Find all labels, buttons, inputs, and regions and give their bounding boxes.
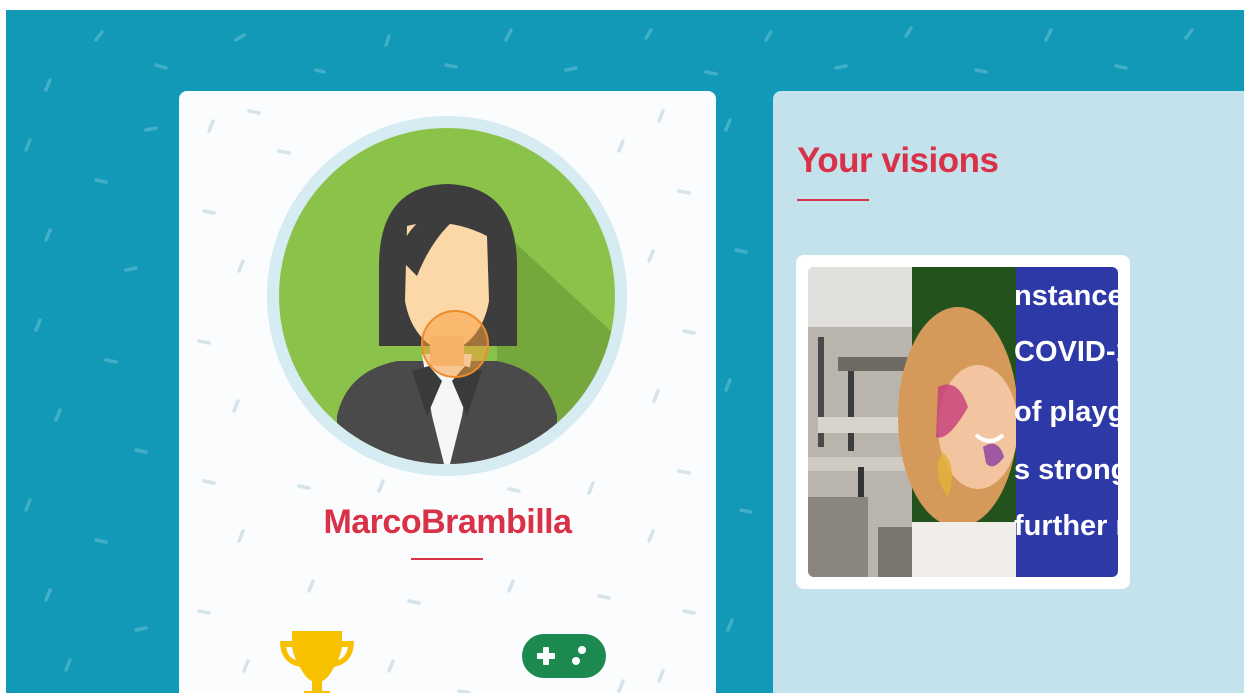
trophy-icon[interactable] bbox=[278, 625, 356, 693]
visions-panel: Your visions nstance COVID- of playg s s… bbox=[773, 91, 1244, 693]
banner-line: further r bbox=[1014, 510, 1118, 542]
profile-card: MarcoBrambilla bbox=[179, 91, 716, 693]
gamepad-icon[interactable] bbox=[522, 634, 606, 678]
username-underline bbox=[411, 558, 483, 560]
vision-card[interactable]: nstances COVID-1 of playgr s strongly fu… bbox=[796, 255, 1130, 589]
banner-line: s strongly bbox=[1014, 454, 1118, 486]
banner-line: of playgr bbox=[1014, 396, 1118, 428]
visions-title: Your visions bbox=[797, 141, 999, 180]
page-background: MarcoBrambilla Your visions nstance COVI… bbox=[6, 10, 1244, 693]
banner-line: nstances bbox=[1014, 280, 1118, 312]
click-indicator bbox=[421, 310, 489, 378]
username: MarcoBrambilla bbox=[323, 503, 572, 541]
banner-line: COVID-1 bbox=[1014, 336, 1118, 368]
visions-title-underline bbox=[797, 199, 869, 201]
woman-avatar-icon[interactable] bbox=[267, 116, 627, 476]
vision-collage-image[interactable]: nstances COVID-1 of playgr s strongly fu… bbox=[808, 267, 1118, 577]
